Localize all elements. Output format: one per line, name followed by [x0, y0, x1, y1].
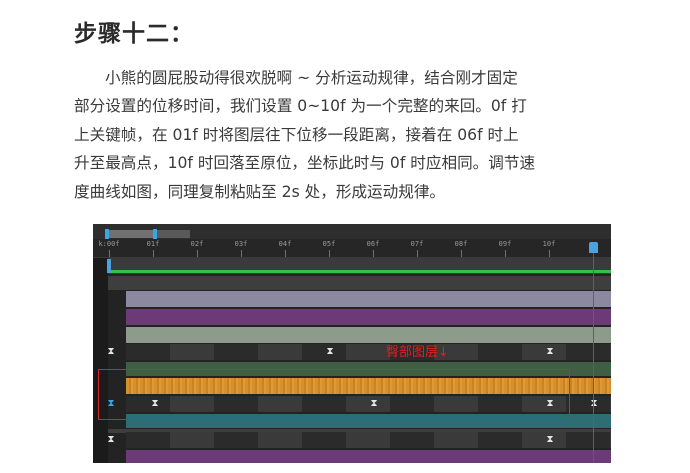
hip-layer-annotation: 臀部图层↓ — [386, 345, 449, 360]
work-area-range[interactable] — [105, 230, 157, 238]
timeline-panel: k:00f 01f 02f 03f 04f 05f 06f 07f 08f 09… — [93, 224, 611, 463]
work-area-end-handle[interactable] — [153, 229, 157, 239]
ruler-label: 04f — [278, 240, 292, 248]
layer-track[interactable] — [108, 309, 611, 325]
keyframe[interactable]: ⧗ — [545, 347, 555, 357]
layer-track[interactable] — [108, 276, 611, 290]
layer-track[interactable] — [108, 327, 611, 343]
description-paragraph: 小熊的圆屁股动得很欢脱啊 ~ 分析运动规律，结合刚才固定 部分设置的位移时间，我… — [74, 64, 622, 206]
ruler-tick — [417, 250, 418, 257]
layer-track[interactable] — [107, 258, 611, 274]
ruler-label: 09f — [498, 240, 512, 248]
track-stripe — [126, 344, 611, 360]
layer-track[interactable] — [108, 450, 611, 463]
ruler-label: 06f — [366, 240, 380, 248]
ruler-label: 10f — [542, 240, 556, 248]
ruler-label: 02f — [190, 240, 204, 248]
property-track[interactable]: ⧗ ⧗ ⧗ — [106, 344, 611, 360]
layer-bar[interactable] — [126, 309, 611, 325]
paragraph-line: 小熊的圆屁股动得很欢脱啊 ~ 分析运动规律，结合刚才固定 — [105, 69, 518, 87]
layer-track[interactable] — [108, 291, 611, 307]
ruler-tick — [285, 250, 286, 257]
property-track[interactable]: ⧗ ⧗ — [106, 432, 611, 448]
ruler-label: 07f — [410, 240, 424, 248]
ruler-tick — [505, 250, 506, 257]
work-area-bar[interactable] — [105, 229, 190, 239]
keyframe[interactable]: ⧗ — [589, 399, 599, 409]
paragraph-line: 升至最高点，10f 时回落至原位，坐标此时与 0f 时应相同。调节速 — [74, 154, 536, 173]
timeline-navigator — [93, 224, 611, 239]
paragraph-line: 部分设置的位移时间，我们设置 0~10f 为一个完整的来回。0f 打 — [74, 97, 527, 116]
keyframe[interactable]: ⧗ — [106, 347, 116, 357]
ruler-tick — [109, 250, 110, 257]
ruler-label: 08f — [454, 240, 468, 248]
layer-bar[interactable] — [126, 450, 611, 463]
playhead-handle[interactable] — [589, 242, 598, 253]
ruler-tick — [153, 250, 154, 257]
layer-bar[interactable] — [126, 327, 611, 343]
paragraph-line: 上关键帧，在 01f 时将图层往下位移一段距离，接着在 06f 时上 — [74, 125, 519, 144]
paragraph-line: 度曲线如图，同理复制粘贴至 2s 处，形成运动规律。 — [74, 182, 446, 201]
ruler-label: k:00f — [98, 240, 120, 248]
ruler-label: 05f — [322, 240, 336, 248]
ruler-tick — [329, 250, 330, 257]
ruler-tick — [241, 250, 242, 257]
ruler-tick — [197, 250, 198, 257]
ruler-label: 01f — [146, 240, 160, 248]
ruler-tick — [549, 250, 550, 257]
keyframe[interactable]: ⧗ — [545, 435, 555, 445]
ruler-tick — [461, 250, 462, 257]
layer-bar[interactable] — [126, 291, 611, 307]
layer-gutter — [93, 258, 108, 463]
hip-layer-highlight-box — [98, 369, 570, 420]
track-stripe — [126, 432, 611, 448]
step-heading: 步骤十二： — [74, 21, 194, 47]
current-time-marker[interactable] — [107, 259, 111, 273]
work-area-start-handle[interactable] — [105, 229, 109, 239]
keyframe[interactable]: ⧗ — [106, 435, 116, 445]
keyframe[interactable]: ⧗ — [325, 347, 335, 357]
playhead-line — [593, 253, 594, 463]
ruler-label: 03f — [234, 240, 248, 248]
ruler-tick — [373, 250, 374, 257]
work-area-line — [108, 270, 611, 273]
time-ruler[interactable]: k:00f 01f 02f 03f 04f 05f 06f 07f 08f 09… — [93, 239, 611, 258]
